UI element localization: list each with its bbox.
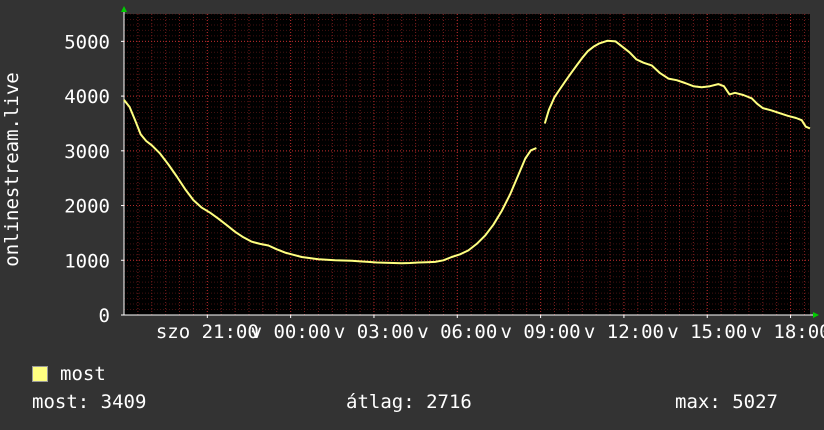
- x-tick-label: v 15:00: [667, 321, 747, 343]
- x-tick-label: v 03:00: [334, 321, 414, 343]
- x-tick-label: v 09:00: [501, 321, 581, 343]
- legend: most: [32, 362, 106, 386]
- x-tick-label: v 12:00: [584, 321, 664, 343]
- x-tick-label: v 00:00: [251, 321, 331, 343]
- legend-swatch-most: [32, 366, 48, 382]
- y-tick-label: 5000: [64, 31, 110, 53]
- stat-maximum: max: 5027: [675, 391, 778, 413]
- stat-average: átlag: 2716: [346, 391, 472, 413]
- y-tick-label: 2000: [64, 196, 110, 218]
- y-tick-label: 4000: [64, 86, 110, 108]
- y-axis-label: onlinestream.live: [1, 72, 23, 266]
- y-tick-label: 1000: [64, 250, 110, 272]
- y-axis-arrow-icon: [121, 6, 127, 12]
- stat-current: most: 3409: [32, 391, 147, 413]
- line-chart: 010002000300040005000szo 21:00v 00:00 v 0…: [1, 6, 824, 343]
- legend-label-most: most: [60, 363, 106, 385]
- x-tick-label: szo 21:00: [156, 321, 259, 343]
- chart-area: 0 1000 2000 3000 4000 5000 szo 21:00 v 00:00 v 0…: [0, 0, 824, 360]
- y-tick-label: 3000: [64, 141, 110, 163]
- y-tick-label: 0: [99, 305, 110, 327]
- x-tick-label: v 06:00: [417, 321, 497, 343]
- x-axis-arrow-icon: [813, 312, 819, 318]
- x-tick-label: v 18:00: [751, 321, 824, 343]
